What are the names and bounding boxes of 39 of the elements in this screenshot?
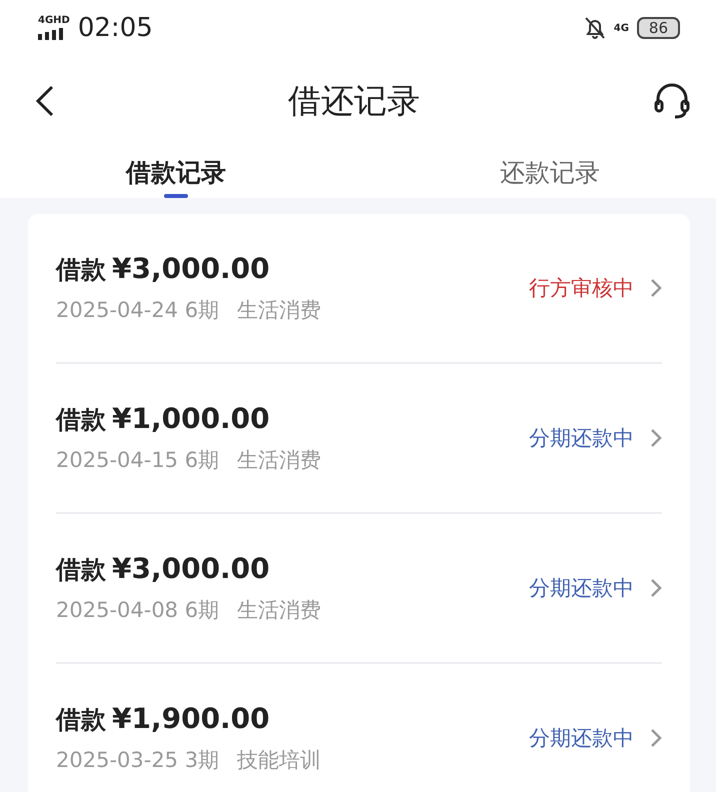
chevron-icon bbox=[650, 728, 662, 748]
loan-record[interactable]: 借款 ¥3,000.00 2025-04-08 6期 生活消费 分期还款中 bbox=[56, 514, 662, 664]
headset-icon[interactable] bbox=[652, 81, 692, 121]
loan-amount: ¥3,000.00 bbox=[112, 252, 270, 285]
loan-status: 分期还款中 bbox=[529, 575, 634, 602]
record-label: 借款 bbox=[56, 554, 106, 586]
loan-amount: ¥3,000.00 bbox=[112, 552, 270, 585]
loan-amount: ¥1,000.00 bbox=[112, 402, 270, 435]
record-label: 借款 bbox=[56, 404, 106, 436]
clock: 02:05 bbox=[78, 13, 153, 43]
network-label: 4GHD bbox=[38, 16, 70, 26]
back-icon[interactable] bbox=[34, 85, 56, 117]
date-term: 2025-04-24 6期 bbox=[56, 297, 220, 324]
mobile-data-label: 4G bbox=[614, 22, 629, 34]
loan-record[interactable]: 借款 ¥3,000.00 2025-04-24 6期 生活消费 行方审核中 bbox=[56, 214, 662, 364]
loan-purpose: 生活消费 bbox=[237, 297, 322, 324]
chevron-icon bbox=[650, 578, 662, 598]
battery-indicator: 86 bbox=[636, 17, 680, 39]
loan-record[interactable]: 借款 ¥1,900.00 2025-03-25 3期 技能培训 分期还款中 bbox=[56, 664, 662, 792]
tab[interactable]: 借款记录 bbox=[70, 146, 282, 198]
page-title: 借还记录 bbox=[287, 80, 421, 122]
loan-amount: ¥1,900.00 bbox=[112, 702, 270, 735]
loan-purpose: 生活消费 bbox=[237, 447, 322, 474]
loan-status: 分期还款中 bbox=[529, 425, 634, 452]
loan-status: 分期还款中 bbox=[529, 725, 634, 752]
date-term: 2025-04-08 6期 bbox=[56, 597, 220, 624]
loan-record[interactable]: 借款 ¥1,000.00 2025-04-15 6期 生活消费 分期还款中 bbox=[56, 364, 662, 514]
loan-purpose: 技能培训 bbox=[237, 747, 322, 774]
tab[interactable]: 还款记录 bbox=[444, 146, 656, 198]
signal-icon bbox=[38, 28, 66, 40]
record-label: 借款 bbox=[56, 254, 106, 286]
record-label: 借款 bbox=[56, 704, 106, 736]
muted-bell-icon bbox=[584, 16, 606, 40]
chevron-icon bbox=[650, 278, 662, 298]
date-term: 2025-03-25 3期 bbox=[56, 747, 220, 774]
date-term: 2025-04-15 6期 bbox=[56, 447, 220, 474]
chevron-icon bbox=[650, 428, 662, 448]
loan-status: 行方审核中 bbox=[529, 275, 634, 302]
loan-purpose: 生活消费 bbox=[237, 597, 322, 624]
